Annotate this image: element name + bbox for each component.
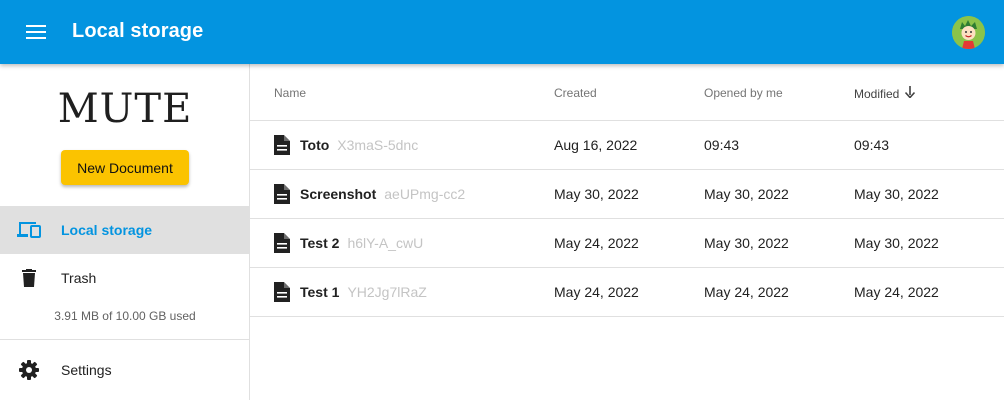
devices-icon: [16, 218, 42, 242]
created-date: May 30, 2022: [554, 186, 639, 202]
page-title: Local storage: [72, 20, 204, 42]
file-signature: aeUPmg-cc2: [384, 186, 466, 202]
sidebar-item-trash[interactable]: Trash: [0, 254, 249, 302]
new-document-button[interactable]: New Document: [61, 150, 189, 185]
file-signature: X3maS-5dnc: [337, 137, 419, 153]
table-header: Name Created Opened by me Modified: [250, 64, 1004, 121]
file-signature: YH2Jg7lRaZ: [347, 284, 427, 300]
file-name: Screenshot aeUPmg-cc2: [300, 186, 466, 202]
gear-icon: [16, 358, 42, 382]
opened-date: May 24, 2022: [704, 284, 789, 300]
sidebar-item-label: Trash: [61, 270, 97, 286]
divider: [0, 339, 249, 340]
document-icon: [274, 233, 290, 253]
file-name: Test 1 YH2Jg7lRaZ: [300, 284, 427, 300]
arrow-down-icon: [905, 86, 916, 101]
sidebar-item-label: Settings: [61, 362, 112, 378]
column-header-modified[interactable]: Modified: [854, 86, 916, 101]
table-row[interactable]: Toto X3maS-5dnc Aug 16, 2022 09:43 09:43: [250, 121, 1004, 170]
table-row[interactable]: Screenshot aeUPmg-cc2 May 30, 2022 May 30…: [250, 170, 1004, 219]
created-date: May 24, 2022: [554, 284, 639, 300]
table-row[interactable]: Test 2 h6lY-A_cwU May 24, 2022 May 30, 20…: [250, 219, 1004, 268]
modified-date: May 24, 2022: [854, 284, 939, 300]
modified-date: May 30, 2022: [854, 235, 939, 251]
column-header-name[interactable]: Name: [274, 86, 306, 100]
avatar-icon[interactable]: [952, 16, 985, 49]
file-list: Name Created Opened by me Modified Toto X…: [250, 64, 1004, 400]
file-name: Test 2 h6lY-A_cwU: [300, 235, 424, 251]
sidebar-item-local-storage[interactable]: Local storage: [0, 206, 249, 254]
column-header-label: Modified: [854, 86, 900, 101]
created-date: Aug 16, 2022: [554, 137, 638, 153]
document-icon: [274, 135, 290, 155]
app-logo: MUTE: [57, 86, 193, 132]
table-row[interactable]: Test 1 YH2Jg7lRaZ May 24, 2022 May 24, 20…: [250, 268, 1004, 317]
storage-usage-text: 3.91 MB of 10.00 GB used: [54, 309, 196, 323]
document-icon: [274, 184, 290, 204]
column-header-created[interactable]: Created: [554, 86, 597, 100]
modified-date: 09:43: [854, 137, 890, 153]
sidebar: MUTE New Document Local storage Trash 3.…: [0, 64, 250, 400]
trash-icon: [16, 266, 42, 290]
opened-date: 09:43: [704, 137, 740, 153]
created-date: May 24, 2022: [554, 235, 639, 251]
column-header-opened[interactable]: Opened by me: [704, 86, 783, 100]
sidebar-item-label: Local storage: [61, 222, 153, 238]
file-signature: h6lY-A_cwU: [347, 235, 424, 251]
file-name: Toto X3maS-5dnc: [300, 137, 419, 153]
sidebar-item-settings[interactable]: Settings: [0, 346, 249, 394]
modified-date: May 30, 2022: [854, 186, 939, 202]
menu-icon[interactable]: [24, 21, 48, 43]
top-app-bar: Local storage: [0, 0, 1004, 64]
opened-date: May 30, 2022: [704, 186, 789, 202]
opened-date: May 30, 2022: [704, 235, 789, 251]
document-icon: [274, 282, 290, 302]
